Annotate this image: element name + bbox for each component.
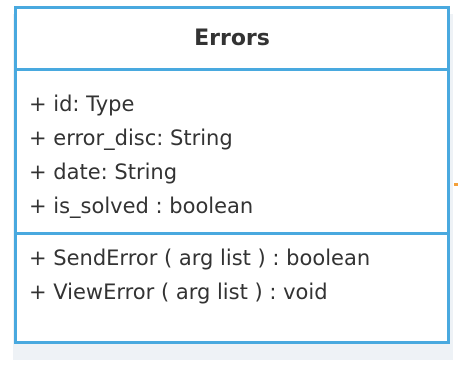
methods-section: + SendError ( arg list ) : boolean + Vie… (17, 235, 447, 309)
diagram-canvas: Errors + id: Type + error_disc: String +… (0, 0, 459, 372)
uml-class-errors[interactable]: Errors + id: Type + error_disc: String +… (14, 6, 450, 344)
attributes-section: + id: Type + error_disc: String + date: … (17, 71, 447, 235)
attribute-error-disc: + error_disc: String (29, 126, 233, 150)
attribute-date: + date: String (29, 160, 178, 184)
connector-stub (454, 183, 458, 186)
attribute-is-solved: + is_solved : boolean (29, 194, 254, 218)
class-name: Errors (194, 26, 270, 51)
attribute-id: + id: Type (29, 92, 135, 116)
method-view-error: + ViewError ( arg list ) : void (29, 280, 328, 304)
class-name-section: Errors (17, 9, 447, 71)
method-send-error: + SendError ( arg list ) : boolean (29, 246, 371, 270)
